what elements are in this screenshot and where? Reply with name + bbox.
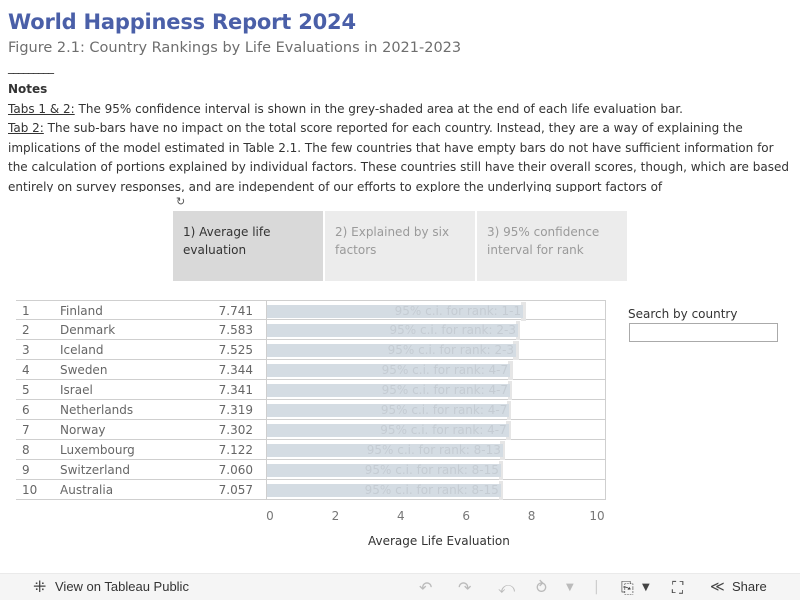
country-cell: Netherlands [60,403,134,417]
country-cell: Finland [60,304,103,318]
score-cell: 7.525 [218,343,253,357]
reset-icon[interactable]: ↻ [176,196,188,208]
table-row[interactable]: 10 Australia 7.057 95% c.i. for rank: 8-15 [16,480,606,500]
rank-cell: 5 [22,383,30,397]
ci-rank-label: 95% c.i. for rank: 8-13 [366,443,501,457]
note-text: The sub-bars have no impact on the total… [8,121,789,192]
refresh-dropdown-icon[interactable]: ▼ [566,582,574,593]
download-dropdown-icon[interactable]: ▼ [642,582,650,593]
x-axis: 0 2 4 6 8 10 [0,505,800,525]
score-cell: 7.741 [218,304,253,318]
score-cell: 7.122 [218,443,253,457]
toolbar-divider: | [594,579,599,595]
country-cell: Australia [60,483,114,497]
view-on-tableau-public-link[interactable]: View on Tableau Public [55,579,189,594]
share-button[interactable]: Share [732,579,767,594]
report-title: World Happiness Report 2024 [8,10,356,34]
country-cell: Denmark [60,323,116,337]
undo-icon[interactable]: ↶ [419,578,432,597]
tab-confidence-interval-rank[interactable]: 3) 95% confidence interval for rank [477,211,627,281]
tab-explained-by-six-factors[interactable]: 2) Explained by six factors [325,211,475,281]
table-row[interactable]: 8 Luxembourg 7.122 95% c.i. for rank: 8-13 [16,440,606,460]
rank-cell: 4 [22,363,30,377]
score-cell: 7.302 [218,423,253,437]
score-cell: 7.060 [218,463,253,477]
score-cell: 7.344 [218,363,253,377]
ci-rank-label: 95% c.i. for rank: 4-7 [380,403,508,417]
rank-cell: 8 [22,443,30,457]
tab-average-life-evaluation[interactable]: 1) Average life evaluation [173,211,323,281]
country-cell: Norway [60,423,106,437]
score-cell: 7.341 [218,383,253,397]
tab-bar: 1) Average life evaluation 2) Explained … [173,211,627,281]
x-tick-label: 8 [527,509,536,523]
x-tick-label: 4 [396,509,405,523]
axis-baseline [266,300,267,500]
ci-rank-label: 95% c.i. for rank: 8-15 [364,483,499,497]
ranking-table: 1 Finland 7.741 95% c.i. for rank: 1-1 2 Denm… [16,300,606,500]
revert-icon[interactable]: ⤺ [498,578,515,598]
rank-cell: 3 [22,343,30,357]
country-cell: Iceland [60,343,104,357]
table-row[interactable]: 4 Sweden 7.344 95% c.i. for rank: 4-7 [16,360,606,380]
ci-rank-label: 95% c.i. for rank: 1-1 [394,304,522,318]
ci-rank-label: 95% c.i. for rank: 2-3 [387,343,515,357]
table-row[interactable]: 1 Finland 7.741 95% c.i. for rank: 1-1 [16,300,606,321]
x-axis-title: Average Life Evaluation [368,534,510,548]
note-label: Tabs 1 & 2: [8,101,75,116]
table-row[interactable]: 5 Israel 7.341 95% c.i. for rank: 4-7 [16,380,606,400]
refresh-icon[interactable]: ⥁ [536,578,547,597]
rank-cell: 7 [22,423,30,437]
note-tabs-1-2: Tabs 1 & 2: The 95% confidence interval … [8,100,793,120]
score-cell: 7.057 [218,483,253,497]
note-label: Tab 2: [8,121,44,135]
note-tab-2: Tab 2: The sub-bars have no impact on th… [8,119,793,192]
redo-icon[interactable]: ↷ [458,578,471,597]
tableau-logo-icon[interactable]: ⁜ [33,577,46,596]
rank-cell: 1 [22,304,30,318]
download-icon[interactable]: ⎘ [621,578,634,598]
country-cell: Sweden [60,363,108,377]
table-row[interactable]: 6 Netherlands 7.319 95% c.i. for rank: 4-7 [16,400,606,420]
search-label: Search by country [628,307,738,321]
rank-cell: 2 [22,323,30,337]
x-tick-label: 6 [462,509,471,523]
country-cell: Luxembourg [60,443,135,457]
country-cell: Israel [60,383,93,397]
rank-cell: 10 [22,483,38,497]
tableau-toolbar: ⁜ View on Tableau Public ↶ ↷ ⤺ ⥁ ▼ | ⎘ ▼… [0,573,800,600]
ci-rank-label: 95% c.i. for rank: 4-7 [381,363,509,377]
country-cell: Switzerland [60,463,130,477]
fullscreen-icon[interactable]: ⛶ [672,578,683,598]
x-tick-label: 2 [331,509,340,523]
score-cell: 7.319 [218,403,253,417]
table-row[interactable]: 2 Denmark 7.583 95% c.i. for rank: 2-3 [16,320,606,340]
ci-rank-label: 95% c.i. for rank: 4-7 [380,423,507,437]
search-country-input[interactable] [629,323,778,342]
score-cell: 7.583 [218,323,253,337]
x-tick-label: 10 [589,509,605,523]
table-row[interactable]: 7 Norway 7.302 95% c.i. for rank: 4-7 [16,420,606,440]
rank-cell: 6 [22,403,30,417]
notes-section: Notes Tabs 1 & 2: The 95% confidence int… [8,80,793,192]
note-text: The 95% confidence interval is shown in … [74,101,683,116]
figure-subtitle: Figure 2.1: Country Rankings by Life Eva… [8,40,462,56]
ci-rank-label: 95% c.i. for rank: 4-7 [381,383,509,397]
notes-heading: Notes [8,82,48,96]
ci-rank-label: 95% c.i. for rank: 8-15 [364,463,499,477]
table-row[interactable]: 9 Switzerland 7.060 95% c.i. for rank: 8-15 [16,460,606,480]
x-tick-label: 0 [266,509,274,523]
share-icon[interactable]: ≪ [710,579,725,595]
table-row[interactable]: 3 Iceland 7.525 95% c.i. for rank: 2-3 [16,340,606,360]
ci-rank-label: 95% c.i. for rank: 2-3 [389,323,516,337]
rank-cell: 9 [22,463,30,477]
chart-right-border [605,300,606,500]
separator: _________ [8,60,54,74]
dashboard: World Happiness Report 2024 Figure 2.1: … [0,0,800,600]
